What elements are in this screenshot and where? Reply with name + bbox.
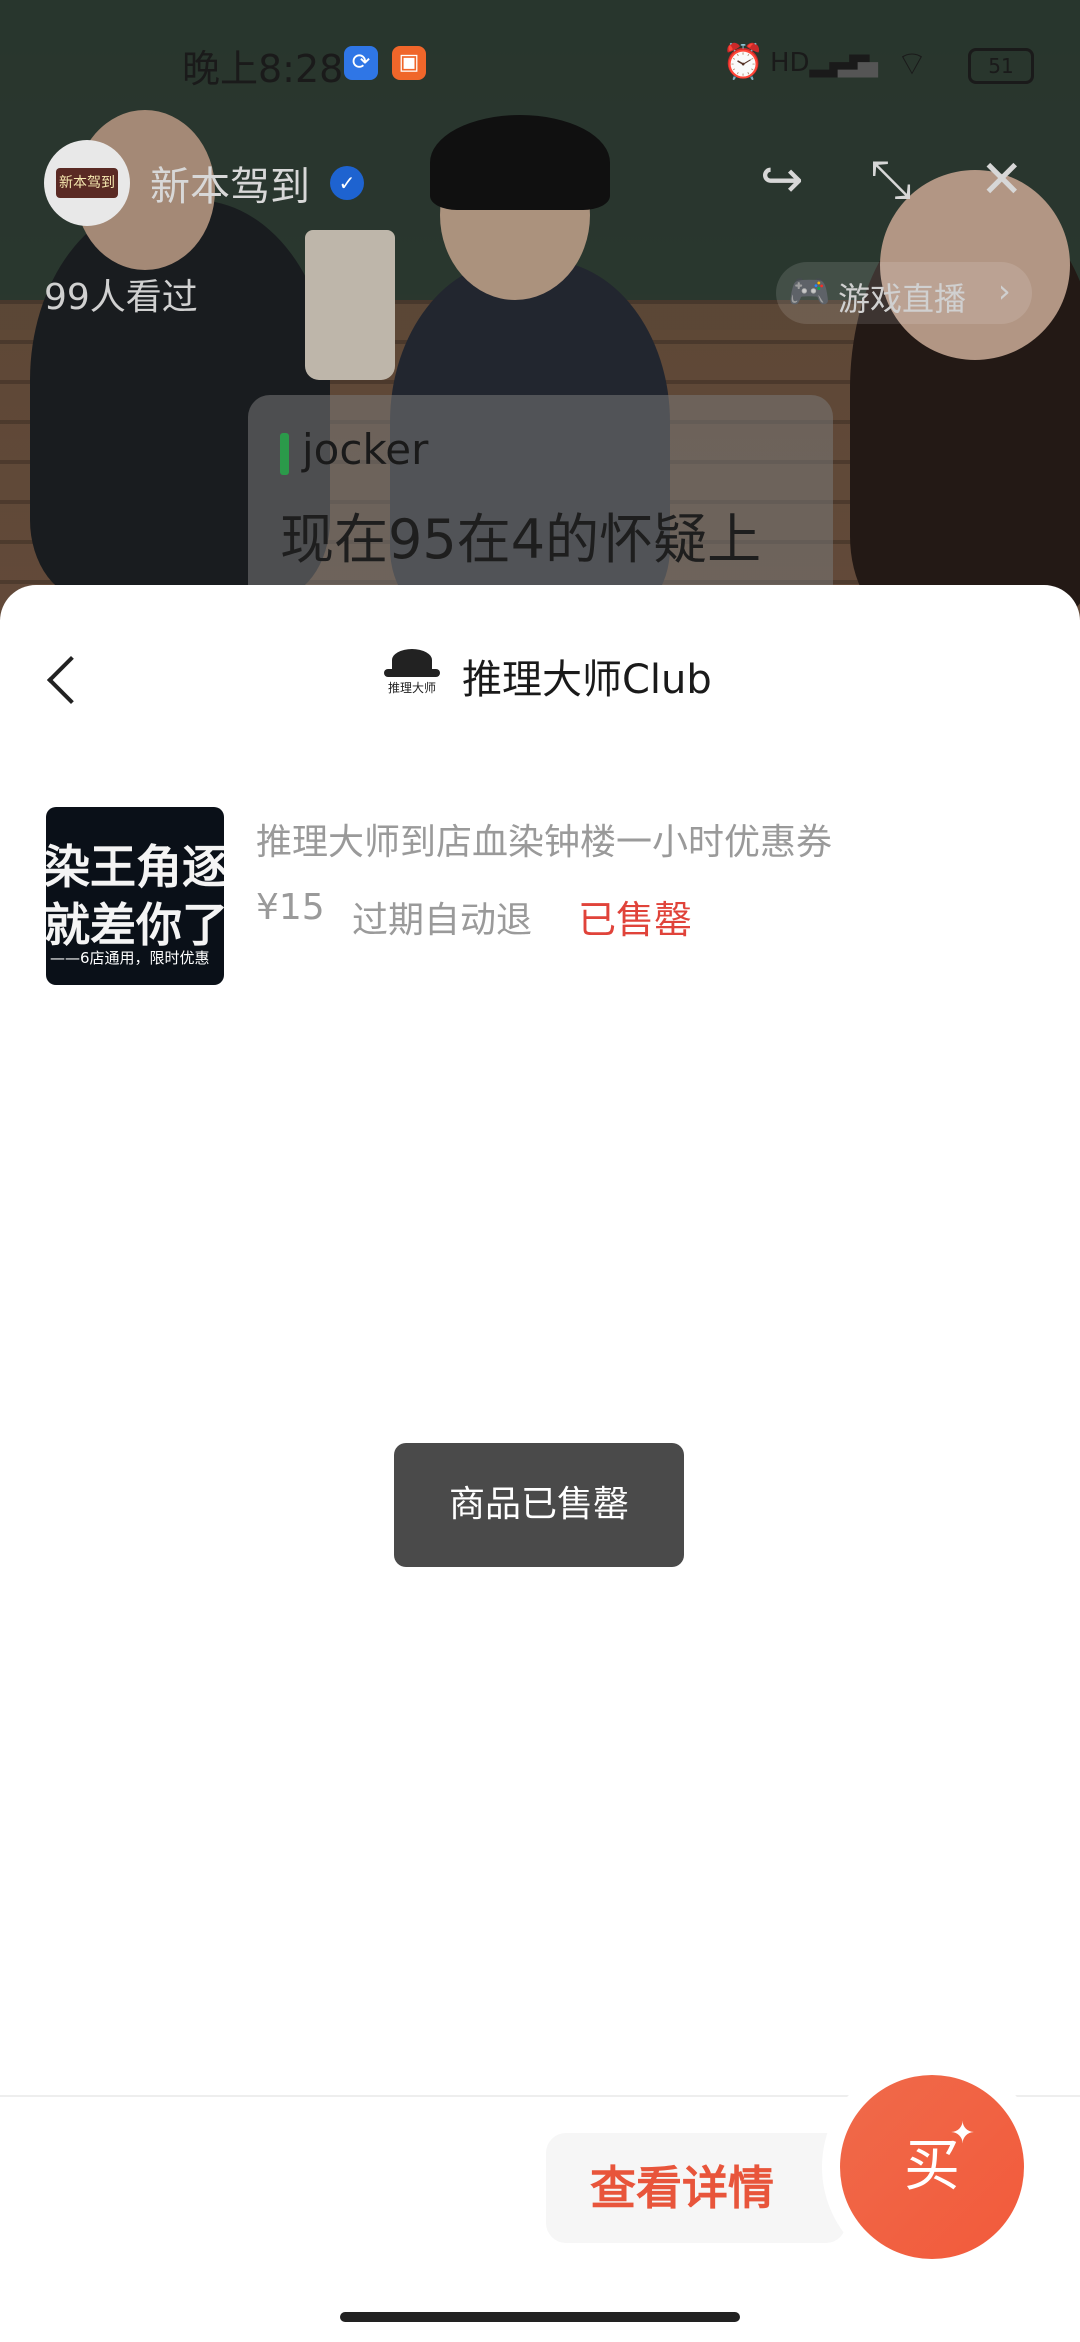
host-avatar[interactable]: 新本驾到 bbox=[44, 140, 130, 226]
sparkle-icon: ✦ bbox=[950, 2116, 976, 2151]
avatar-logo: 新本驾到 bbox=[56, 168, 118, 198]
back-arrow-icon[interactable] bbox=[40, 643, 90, 713]
shop-logo: 推理大师 bbox=[384, 647, 440, 703]
battery-icon: 51 bbox=[968, 48, 1034, 84]
gamepad-icon: 🎮 bbox=[788, 272, 831, 312]
comment-user: jocker bbox=[302, 425, 429, 474]
product-sheet: 推理大师 推理大师Club 染王角逐 就差你了 ——6店通用，限时优惠 推理大师… bbox=[0, 585, 1080, 2340]
product-price: ¥15 bbox=[256, 887, 325, 928]
thumbnail-line-3: ——6店通用，限时优惠 bbox=[50, 949, 210, 967]
shop-logo-brim bbox=[384, 669, 440, 677]
refund-policy: 过期自动退 bbox=[352, 900, 533, 941]
sold-out-badge: 已售罄 bbox=[578, 898, 693, 942]
product-thumbnail[interactable]: 染王角逐 就差你了 ——6店通用，限时优惠 bbox=[46, 807, 224, 985]
sold-out-toast: 商品已售罄 bbox=[394, 1443, 684, 1567]
status-time: 晚上8:28 bbox=[182, 47, 344, 91]
host-name[interactable]: 新本驾到 bbox=[150, 154, 310, 212]
status-bar: 晚上8:28 ⟳ ▣ ⏰ HD▂▄▆ ▂▄ ⌔ 51 bbox=[0, 0, 1080, 120]
home-indicator[interactable] bbox=[340, 2312, 740, 2322]
product-title[interactable]: 推理大师到店血染钟楼一小时优惠券 bbox=[256, 813, 832, 865]
thumbnail-line-2: 就差你了 bbox=[46, 898, 224, 952]
shop-logo-text: 推理大师 bbox=[387, 681, 436, 695]
share-icon[interactable]: ↪ bbox=[760, 150, 804, 210]
minimize-icon[interactable]: ⤡ bbox=[870, 150, 912, 211]
game-live-label: 游戏直播 bbox=[838, 280, 967, 318]
comment-accent-bar bbox=[280, 433, 289, 475]
buy-button[interactable]: 买 ✦ bbox=[840, 2075, 1024, 2259]
alarm-icon: ⏰ bbox=[722, 42, 765, 82]
game-live-chip[interactable]: 🎮 游戏直播 › bbox=[776, 262, 1032, 324]
viewer-count: 99人看过 bbox=[44, 277, 198, 318]
comment-message: 现在95在4的怀疑上 bbox=[280, 508, 762, 571]
bottom-action-bar: 查看详情 买 ✦ bbox=[0, 2057, 1080, 2342]
close-icon[interactable]: ✕ bbox=[980, 150, 1024, 210]
view-details-button[interactable]: 查看详情 bbox=[546, 2133, 846, 2243]
sync-app-icon: ⟳ bbox=[344, 46, 378, 80]
chevron-right-icon: › bbox=[998, 272, 1011, 310]
orange-app-icon: ▣ bbox=[392, 46, 426, 80]
signal-icon: ▂▄ bbox=[838, 48, 878, 78]
shop-logo-hat bbox=[392, 649, 432, 671]
wifi-icon: ⌔ bbox=[896, 44, 928, 84]
thumbnail-line-1: 染王角逐 bbox=[46, 840, 224, 894]
shop-name: 推理大师Club bbox=[462, 657, 712, 703]
verified-icon: ✓ bbox=[330, 166, 364, 200]
